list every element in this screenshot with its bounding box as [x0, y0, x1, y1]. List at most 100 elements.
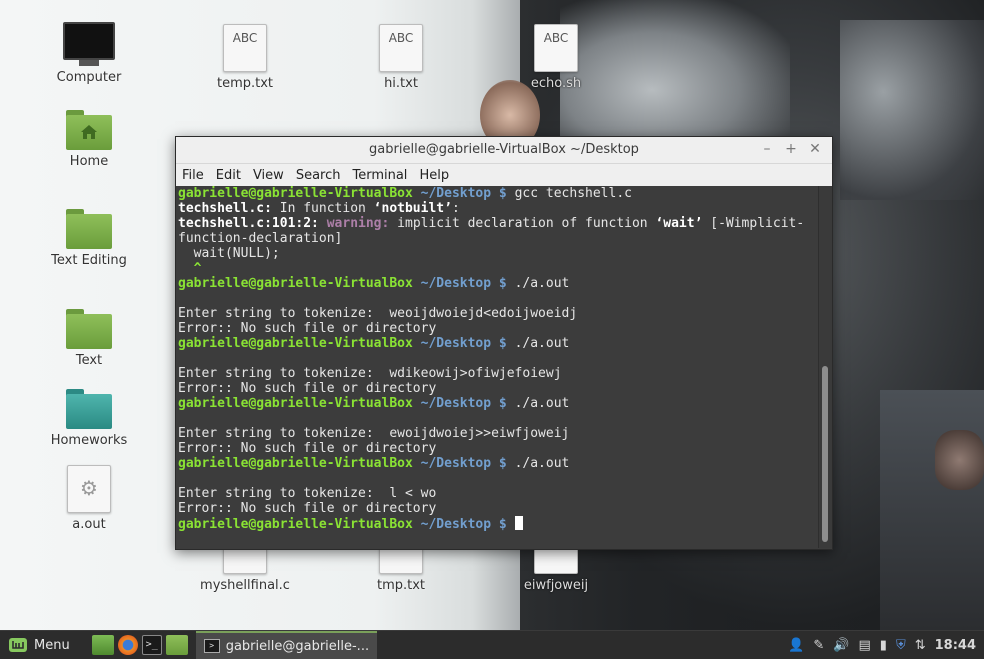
desktop-icon-label: Computer — [56, 70, 122, 85]
prompt-user-host: gabrielle@gabrielle-VirtualBox — [178, 336, 413, 351]
desktop-icon-label: Home — [69, 154, 109, 169]
error-line: Error:: No such file or directory — [178, 381, 437, 396]
warning-flag-cont: function-declaration] — [178, 231, 343, 246]
warning-label: warning: — [326, 216, 390, 231]
taskbar-terminal-button[interactable]: > gabrielle@gabrielle-... — [195, 631, 378, 659]
prompt-symbol: $ — [498, 517, 507, 532]
pen-icon[interactable]: ✎ — [813, 638, 824, 653]
battery-icon[interactable]: ▮ — [880, 638, 887, 653]
taskbar-task-label: gabrielle@gabrielle-... — [225, 638, 370, 654]
compiler-function: ‘notbuilt’ — [373, 201, 452, 216]
desktop-icon-text[interactable]: Text — [29, 309, 149, 368]
desktop-icon-label: Text Editing — [51, 253, 127, 268]
prompt-path: ~/Desktop — [420, 517, 492, 532]
firefox-icon[interactable] — [117, 635, 138, 655]
folder-icon — [66, 309, 112, 349]
compiler-text: In function — [271, 201, 374, 216]
shield-icon[interactable]: ⛨ — [896, 638, 906, 653]
prompt-user-host: gabrielle@gabrielle-VirtualBox — [178, 186, 413, 201]
files-icon[interactable] — [165, 635, 188, 655]
desktop-icon-label: echo.sh — [530, 76, 582, 91]
prompt-symbol: $ — [498, 396, 507, 411]
desktop-icon-label: Homeworks — [50, 433, 128, 448]
prompt-symbol: $ — [498, 336, 507, 351]
terminal-window[interactable]: gabrielle@gabrielle-VirtualBox ~/Desktop… — [175, 136, 833, 550]
desktop-icon-label: temp.txt — [216, 76, 274, 91]
prompt-path: ~/Desktop — [420, 396, 492, 411]
desktop-icon-label: tmp.txt — [376, 578, 426, 593]
scrollbar-thumb[interactable] — [822, 366, 828, 542]
prompt-user-host: gabrielle@gabrielle-VirtualBox — [178, 276, 413, 291]
code-line: wait(NULL); — [178, 246, 280, 261]
command-text: ./a.out — [514, 336, 570, 351]
text-file-icon: ABC — [379, 24, 423, 72]
bottom-panel: Menu >_ > gabrielle@gabrielle-... 👤 ✎ 🔊 … — [0, 630, 984, 659]
tokenize-prompt: Enter string to tokenize: — [178, 486, 390, 501]
terminal-text: gabrielle@gabrielle-VirtualBox ~/Desktop… — [176, 186, 818, 532]
clock[interactable]: 18:44 — [935, 638, 976, 653]
menu-help[interactable]: Help — [419, 168, 449, 183]
command-text: ./a.out — [514, 396, 570, 411]
menu-button[interactable]: Menu — [0, 636, 78, 654]
desktop-icon-label: eiwfjoweij — [523, 578, 589, 593]
compiler-location: techshell.c:101:2: — [178, 216, 319, 231]
maximize-icon[interactable]: + — [782, 140, 800, 158]
desktop-icon-label: Text — [75, 353, 103, 368]
text-file-icon: ABC — [223, 24, 267, 72]
desktop-icon-temp-txt[interactable]: ABC temp.txt — [185, 24, 305, 91]
volume-icon[interactable]: 🔊 — [833, 638, 849, 653]
warning-text: implicit declaration of function — [389, 216, 656, 231]
show-desktop-icon[interactable] — [91, 635, 114, 655]
error-line: Error:: No such file or directory — [178, 501, 437, 516]
prompt-user-host: gabrielle@gabrielle-VirtualBox — [178, 456, 413, 471]
menu-terminal[interactable]: Terminal — [352, 168, 407, 183]
window-titlebar[interactable]: gabrielle@gabrielle-VirtualBox ~/Desktop… — [176, 137, 832, 164]
desktop-icon-hi-txt[interactable]: ABC hi.txt — [341, 24, 461, 91]
desktop-icon-homeworks[interactable]: Homeworks — [29, 389, 149, 448]
caret-line: ^ — [178, 261, 202, 276]
tokenize-input: l < wo — [389, 486, 437, 501]
warning-function: ‘wait’ — [655, 216, 703, 231]
desktop-icon-label: myshellfinal.c — [200, 578, 290, 593]
command-text: ./a.out — [514, 456, 570, 471]
menu-label: Menu — [34, 637, 70, 653]
user-icon[interactable]: 👤 — [788, 638, 804, 653]
menu-search[interactable]: Search — [296, 168, 341, 183]
desktop-icon-echo-sh[interactable]: ABC echo.sh — [496, 24, 616, 91]
desktop-icon-label: hi.txt — [384, 76, 418, 91]
desktop-icon-home[interactable]: Home — [29, 110, 149, 169]
terminal-cursor — [514, 516, 523, 530]
prompt-path: ~/Desktop — [420, 456, 492, 471]
desktop-icon-a-out[interactable]: ⚙ a.out — [29, 465, 149, 532]
terminal-task-icon: > — [203, 639, 220, 653]
terminal-scrollbar[interactable] — [818, 186, 832, 548]
warning-flag: [-Wimplicit- — [702, 216, 805, 231]
prompt-path: ~/Desktop — [420, 186, 492, 201]
minimize-icon[interactable]: – — [758, 140, 776, 158]
prompt-path: ~/Desktop — [420, 276, 492, 291]
terminal-output[interactable]: gabrielle@gabrielle-VirtualBox ~/Desktop… — [176, 186, 818, 548]
menu-edit[interactable]: Edit — [216, 168, 241, 183]
desktop-icon-text-editing[interactable]: Text Editing — [29, 209, 149, 268]
menu-view[interactable]: View — [253, 168, 284, 183]
tokenize-prompt: Enter string to tokenize: — [178, 306, 390, 321]
prompt-symbol: $ — [498, 276, 507, 291]
tokenize-input: wdikeowij>ofiwjefoiewj — [389, 366, 562, 381]
window-title: gabrielle@gabrielle-VirtualBox ~/Desktop — [369, 142, 639, 157]
terminal-launcher-icon[interactable]: >_ — [141, 635, 162, 655]
prompt-path: ~/Desktop — [420, 336, 492, 351]
prompt-symbol: $ — [498, 186, 507, 201]
home-folder-icon — [66, 110, 112, 150]
folder-icon — [66, 209, 112, 249]
close-icon[interactable]: ✕ — [806, 140, 824, 158]
network-icon[interactable]: ⇅ — [915, 638, 926, 653]
error-line: Error:: No such file or directory — [178, 441, 437, 456]
computer-icon — [63, 22, 115, 60]
menu-file[interactable]: File — [182, 168, 204, 183]
executable-icon: ⚙ — [67, 465, 111, 513]
tokenize-input: weoijdwoiejd<edoijwoeidj — [389, 306, 578, 321]
desktop-icon-computer[interactable]: Computer — [29, 22, 149, 85]
menu-bar: File Edit View Search Terminal Help — [176, 164, 832, 186]
error-line: Error:: No such file or directory — [178, 321, 437, 336]
clipboard-icon[interactable]: ▤ — [858, 638, 870, 653]
